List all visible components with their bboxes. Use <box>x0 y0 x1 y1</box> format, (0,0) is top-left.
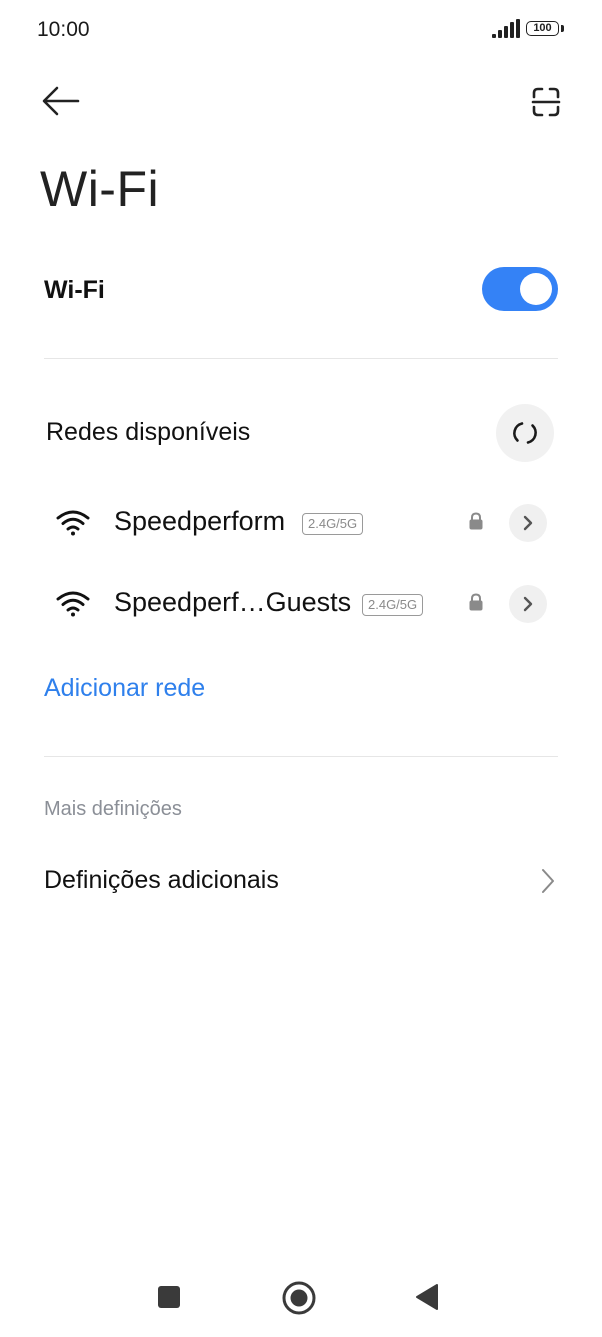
additional-settings-label: Definições adicionais <box>44 866 279 894</box>
navigation-bar <box>0 1260 602 1337</box>
network-details-button[interactable] <box>509 585 547 623</box>
wifi-signal-icon <box>56 510 90 536</box>
chevron-right-icon <box>542 869 554 893</box>
band-badge: 2.4G/5G <box>362 594 424 616</box>
chevron-right-icon <box>523 596 533 612</box>
toggle-knob <box>520 273 552 305</box>
lock-icon <box>469 512 483 530</box>
refresh-icon <box>513 422 537 444</box>
wifi-toggle-label: Wi-Fi <box>44 276 105 304</box>
network-details-button[interactable] <box>509 504 547 542</box>
chevron-right-icon <box>523 515 533 531</box>
network-name: Speedperform <box>114 506 286 536</box>
available-networks-title: Redes disponíveis <box>46 418 251 446</box>
page-title: Wi-Fi <box>40 161 160 217</box>
battery-icon: 100 <box>526 21 566 39</box>
battery-tip <box>561 25 564 32</box>
signal-icon <box>492 19 520 38</box>
network-row[interactable]: Speedperform 2.4G/5G <box>0 488 602 558</box>
more-settings-caption: Mais definições <box>44 798 182 820</box>
battery-level: 100 <box>526 21 559 36</box>
home-circle-icon <box>282 1281 316 1315</box>
divider <box>44 358 558 359</box>
wifi-toggle-row[interactable]: Wi-Fi <box>0 258 602 328</box>
qr-scan-icon <box>531 87 561 117</box>
status-bar: 10:00 100 <box>0 0 602 60</box>
arrow-left-icon <box>42 86 80 116</box>
status-time: 10:00 <box>37 18 90 41</box>
divider <box>44 756 558 757</box>
back-nav-button[interactable] <box>412 1282 442 1312</box>
add-network-link[interactable]: Adicionar rede <box>44 674 205 703</box>
wifi-toggle-switch[interactable] <box>482 267 558 311</box>
network-name: Speedperf…Guests <box>114 587 352 617</box>
home-button[interactable] <box>281 1280 317 1316</box>
refresh-button[interactable] <box>496 404 554 462</box>
additional-settings-row[interactable]: Definições adicionais <box>0 846 602 916</box>
network-row[interactable]: Speedperf…Guests 2.4G/5G <box>0 569 602 639</box>
back-triangle-icon <box>416 1284 438 1310</box>
scan-qr-button[interactable] <box>524 80 568 124</box>
band-badge: 2.4G/5G <box>302 513 364 535</box>
recents-button[interactable] <box>154 1282 184 1312</box>
lock-icon <box>469 593 483 611</box>
recents-square-icon <box>158 1286 180 1308</box>
wifi-signal-icon <box>56 591 90 617</box>
back-button[interactable] <box>38 80 84 122</box>
